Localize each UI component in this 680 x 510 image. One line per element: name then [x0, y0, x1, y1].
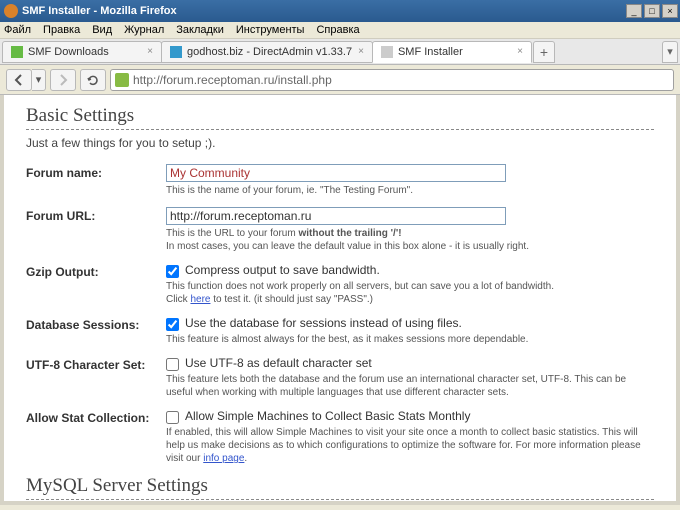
utf8-label: UTF-8 Character Set:: [26, 356, 166, 399]
gzip-check-label: Compress output to save bandwidth.: [185, 263, 380, 277]
nav-toolbar: ▾: [0, 65, 680, 95]
smf-favicon-icon: [11, 46, 23, 58]
menu-bookmarks[interactable]: Закладки: [176, 24, 224, 36]
tab-close-icon[interactable]: ×: [352, 46, 364, 57]
window-titlebar: SMF Installer - Mozilla Firefox _ □ ×: [0, 0, 680, 22]
menu-journal[interactable]: Журнал: [124, 24, 164, 36]
mysql-settings-heading: MySQL Server Settings: [26, 475, 654, 500]
stats-checkbox[interactable]: [166, 411, 179, 424]
stats-check-label: Allow Simple Machines to Collect Basic S…: [185, 409, 470, 423]
forum-url-input[interactable]: [166, 207, 506, 225]
back-arrow-icon: [13, 74, 25, 86]
menu-help[interactable]: Справка: [316, 24, 359, 36]
maximize-button[interactable]: □: [644, 4, 660, 18]
tab-close-icon[interactable]: ×: [141, 46, 153, 57]
window-title: SMF Installer - Mozilla Firefox: [22, 5, 624, 17]
utf8-checkbox[interactable]: [166, 358, 179, 371]
gzip-checkbox[interactable]: [166, 265, 179, 278]
app-favicon-icon: [4, 4, 18, 18]
tab-strip: SMF Downloads × godhost.biz - DirectAdmi…: [0, 39, 680, 65]
page-favicon-icon: [381, 46, 393, 58]
stats-help: If enabled, this will allow Simple Machi…: [166, 426, 654, 465]
forum-name-help: This is the name of your forum, ie. "The…: [166, 184, 654, 197]
basic-settings-heading: Basic Settings: [26, 105, 654, 130]
stats-label: Allow Stat Collection:: [26, 409, 166, 465]
back-history-dropdown[interactable]: ▾: [32, 69, 46, 91]
forum-url-label: Forum URL:: [26, 207, 166, 253]
tab-smf-installer[interactable]: SMF Installer ×: [372, 41, 532, 63]
dbsess-check-label: Use the database for sessions instead of…: [185, 316, 462, 330]
tab-label: SMF Downloads: [28, 46, 109, 58]
menu-edit[interactable]: Правка: [43, 24, 80, 36]
tab-close-icon[interactable]: ×: [511, 46, 523, 57]
browser-viewport: Basic Settings Just a few things for you…: [0, 95, 680, 505]
gzip-label: Gzip Output:: [26, 263, 166, 306]
tab-smf-downloads[interactable]: SMF Downloads ×: [2, 41, 162, 63]
forum-url-help: This is the URL to your forum without th…: [166, 227, 654, 253]
address-bar[interactable]: [110, 69, 674, 91]
page-content: Basic Settings Just a few things for you…: [4, 95, 676, 501]
basic-settings-intro: Just a few things for you to setup ;).: [26, 136, 654, 150]
reload-icon: [87, 74, 99, 86]
forward-arrow-icon: [57, 74, 69, 86]
tab-label: SMF Installer: [398, 46, 463, 58]
menubar: Файл Правка Вид Журнал Закладки Инструме…: [0, 22, 680, 39]
url-input[interactable]: [133, 73, 669, 87]
dbsess-checkbox[interactable]: [166, 318, 179, 331]
dbsess-help: This feature is almost always for the be…: [166, 333, 654, 346]
minimize-button[interactable]: _: [626, 4, 642, 18]
menu-tools[interactable]: Инструменты: [236, 24, 305, 36]
new-tab-button[interactable]: +: [533, 41, 555, 63]
site-identity-icon[interactable]: [115, 73, 129, 87]
gzip-help: This function does not work properly on …: [166, 280, 654, 306]
utf8-check-label: Use UTF-8 as default character set: [185, 356, 372, 370]
back-button[interactable]: [6, 69, 32, 91]
forward-button[interactable]: [50, 69, 76, 91]
forum-name-input[interactable]: [166, 164, 506, 182]
directadmin-favicon-icon: [170, 46, 182, 58]
dbsess-label: Database Sessions:: [26, 316, 166, 346]
utf8-help: This feature lets both the database and …: [166, 373, 654, 399]
forum-name-label: Forum name:: [26, 164, 166, 197]
tab-label: godhost.biz - DirectAdmin v1.33.7: [187, 46, 352, 58]
gzip-test-link[interactable]: here: [190, 294, 210, 305]
tabs-dropdown-button[interactable]: ▾: [662, 41, 678, 63]
close-button[interactable]: ×: [662, 4, 678, 18]
stats-info-link[interactable]: info page: [203, 453, 244, 464]
tab-godhost[interactable]: godhost.biz - DirectAdmin v1.33.7 ×: [161, 41, 373, 63]
menu-view[interactable]: Вид: [92, 24, 112, 36]
reload-button[interactable]: [80, 69, 106, 91]
menu-file[interactable]: Файл: [4, 24, 31, 36]
